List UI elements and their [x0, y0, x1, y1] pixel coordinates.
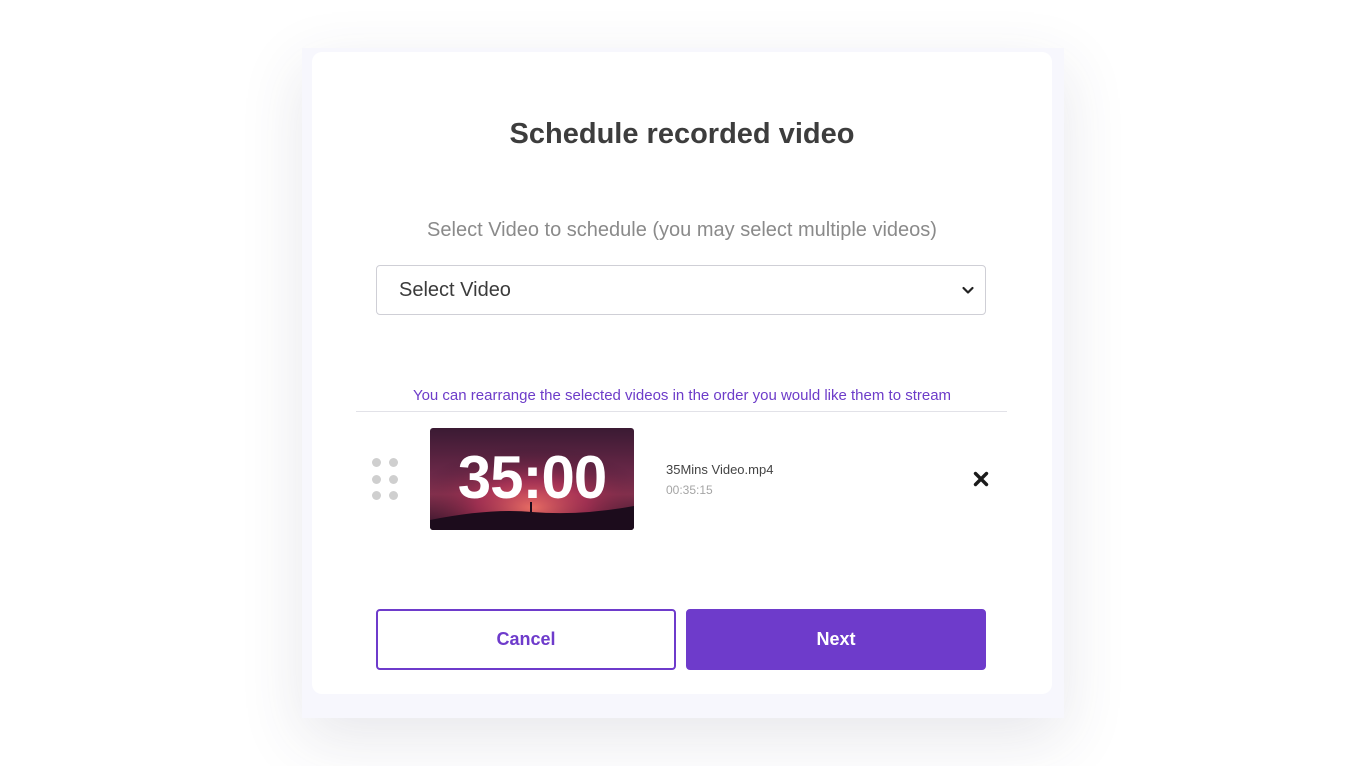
schedule-video-dialog: Schedule recorded video Select Video to …	[312, 52, 1052, 694]
dialog-title: Schedule recorded video	[509, 118, 855, 150]
video-file-name: 35Mins Video.mp4	[666, 462, 774, 477]
selected-video-item[interactable]: 35:00 35Mins Video.mp4 00:35:15	[356, 412, 1007, 547]
cancel-button[interactable]: Cancel	[376, 609, 676, 670]
select-video-dropdown[interactable]: Select Video	[376, 265, 986, 315]
select-video-label: Select Video to schedule (you may select…	[427, 219, 937, 241]
close-icon[interactable]	[972, 470, 990, 488]
drag-handle-icon[interactable]	[372, 458, 398, 500]
chevron-down-icon	[962, 286, 974, 294]
next-button[interactable]: Next	[686, 609, 986, 670]
video-thumbnail: 35:00	[430, 428, 634, 530]
modal-backdrop-panel: Schedule recorded video Select Video to …	[302, 48, 1064, 718]
rearrange-hint: You can rearrange the selected videos in…	[412, 387, 952, 404]
thumbnail-text: 35:00	[457, 444, 607, 511]
video-duration: 00:35:15	[666, 483, 713, 497]
select-video-value: Select Video	[399, 279, 511, 301]
